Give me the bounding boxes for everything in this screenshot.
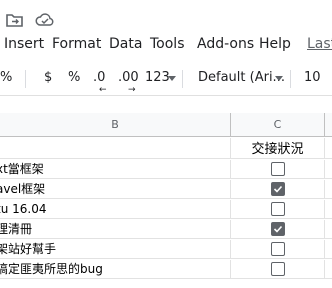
cell-text: tu 16.04 bbox=[0, 202, 47, 216]
increase-decimal-button[interactable]: .00 bbox=[118, 70, 139, 85]
table-row[interactable]: 架站好幫手 bbox=[0, 240, 332, 259]
toolbar: % $ % .0 ← .00 → 123 Default (Ari... 10 bbox=[0, 60, 332, 96]
last-edit-link[interactable]: Last bbox=[307, 36, 332, 52]
checkbox[interactable] bbox=[271, 242, 285, 256]
decrease-decimal-button[interactable]: .0 bbox=[93, 70, 105, 85]
checkbox[interactable] bbox=[271, 182, 285, 196]
checkbox[interactable] bbox=[271, 222, 285, 236]
column-header-b[interactable]: B bbox=[0, 113, 231, 137]
menu-bar: Insert Format Data Tools Add-ons Help La… bbox=[0, 34, 332, 56]
cell-b[interactable]: tu 16.04 bbox=[0, 200, 231, 219]
cell-b[interactable]: avel框架 bbox=[0, 180, 231, 199]
column-header-d[interactable] bbox=[325, 113, 332, 137]
column-header-c[interactable]: C bbox=[231, 113, 325, 137]
table-row[interactable]: xt當框架 bbox=[0, 160, 332, 179]
table-row[interactable]: 理清冊 bbox=[0, 220, 332, 239]
menu-tools[interactable]: Tools bbox=[150, 36, 185, 52]
title-icons bbox=[0, 0, 332, 34]
more-formats-chevron-down-icon bbox=[168, 76, 176, 81]
cell-text: avel框架 bbox=[0, 182, 46, 196]
cell-text: 搞定匪夷所思的bug bbox=[0, 262, 103, 276]
font-family-chevron-down-icon bbox=[275, 76, 283, 81]
menu-help[interactable]: Help bbox=[259, 36, 291, 52]
cell-c-header[interactable]: 交接狀況 bbox=[231, 138, 325, 159]
menu-data[interactable]: Data bbox=[109, 36, 142, 52]
format-currency-button[interactable]: $ bbox=[44, 70, 52, 85]
more-formats-button[interactable]: 123 bbox=[145, 70, 170, 85]
cell-b[interactable]: 架站好幫手 bbox=[0, 240, 231, 259]
checkbox[interactable] bbox=[271, 162, 285, 176]
cell-b[interactable]: xt當框架 bbox=[0, 160, 231, 179]
cell-b[interactable]: 搞定匪夷所思的bug bbox=[0, 260, 231, 279]
cell-text: xt當框架 bbox=[0, 162, 44, 176]
spreadsheet-grid[interactable]: B C 交接狀況 xt當框架 avel框架 tu 16.04 理清冊 架站好幫手… bbox=[0, 113, 332, 288]
table-row[interactable]: 交接狀況 bbox=[0, 138, 332, 159]
checkbox[interactable] bbox=[271, 262, 285, 276]
zoom-percent-tail[interactable]: % bbox=[0, 70, 12, 85]
cell-b[interactable] bbox=[0, 138, 231, 159]
toolbar-divider bbox=[25, 70, 26, 88]
menu-insert[interactable]: Insert bbox=[4, 36, 44, 52]
table-row[interactable]: avel框架 bbox=[0, 180, 332, 199]
font-size-select[interactable]: 10 bbox=[304, 70, 321, 85]
cell-text: 架站好幫手 bbox=[0, 242, 57, 256]
format-percent-button[interactable]: % bbox=[68, 70, 80, 85]
table-row[interactable]: tu 16.04 bbox=[0, 200, 332, 219]
decrease-decimal-arrow-icon: ← bbox=[99, 85, 107, 95]
cell-b[interactable]: 理清冊 bbox=[0, 220, 231, 239]
cell-text: 理清冊 bbox=[0, 222, 33, 236]
menu-format[interactable]: Format bbox=[52, 36, 101, 52]
menu-addons[interactable]: Add-ons bbox=[197, 36, 254, 52]
toolbar-divider bbox=[290, 70, 291, 88]
font-family-select[interactable]: Default (Ari... bbox=[198, 70, 285, 85]
checkbox[interactable] bbox=[271, 202, 285, 216]
cloud-saved-icon[interactable] bbox=[35, 12, 54, 28]
increase-decimal-arrow-icon: → bbox=[128, 85, 136, 95]
toolbar-divider bbox=[182, 70, 183, 88]
table-row[interactable]: 搞定匪夷所思的bug bbox=[0, 260, 332, 279]
move-to-folder-icon[interactable] bbox=[6, 12, 24, 28]
